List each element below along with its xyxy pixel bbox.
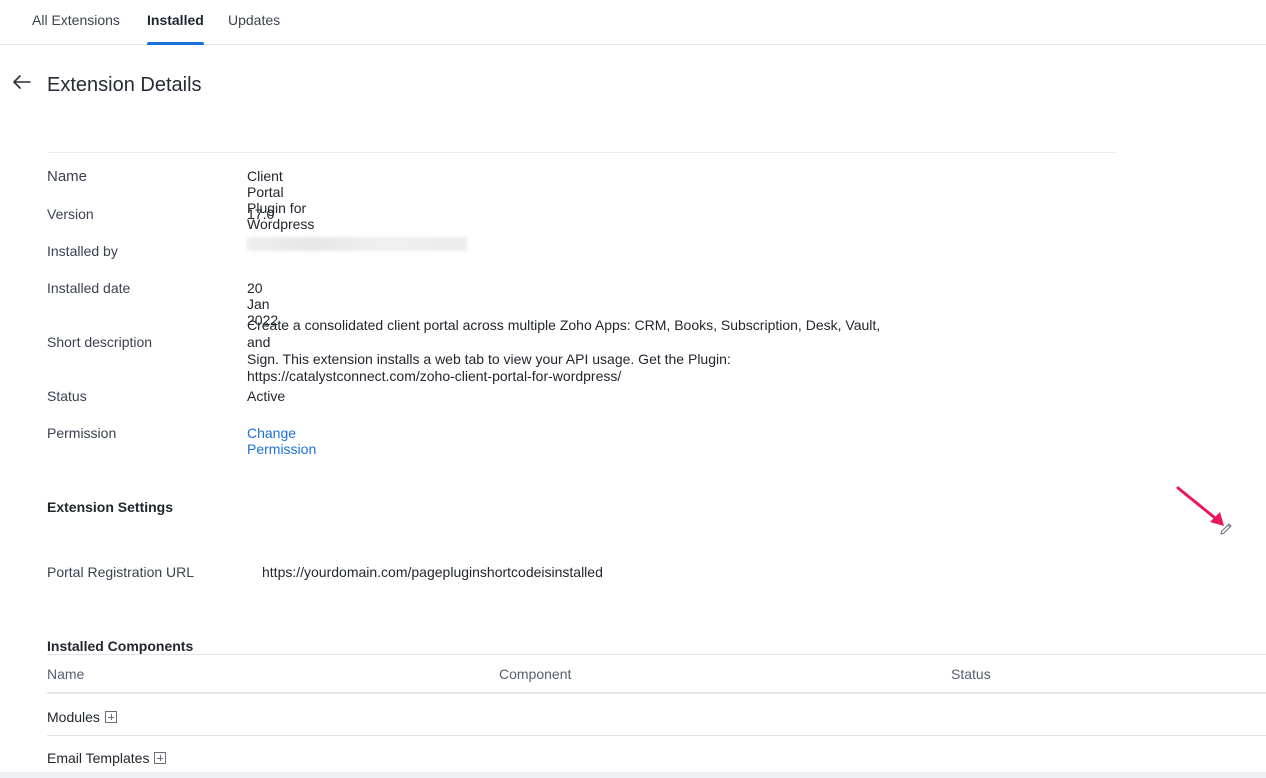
pencil-icon[interactable] [1218,521,1234,537]
version-value: 17.0 [247,206,275,222]
installed-by-redacted [247,237,467,251]
permission-label: Permission [47,425,117,441]
short-description-line: Create a consolidated client portal acro… [247,317,881,350]
plus-square-icon[interactable] [104,711,117,723]
installed-by-label: Installed by [47,243,118,259]
extension-settings-title: Extension Settings [47,499,174,515]
name-label: Name [47,168,88,185]
column-header-status: Status [951,666,991,682]
name-value: Client Portal Plugin for Wordpress [247,168,315,232]
change-permission-link[interactable]: Change Permission [247,425,316,457]
plus-square-icon[interactable] [154,752,167,764]
table-row: Email Templates [47,750,167,766]
component-row-name: Modules [47,709,100,725]
tab-updates[interactable]: Updates [228,12,280,45]
table-row: Modules [47,709,117,725]
arrow-left-icon[interactable] [10,70,34,94]
row-divider [47,735,1266,736]
installed-components-title: Installed Components [47,638,194,654]
short-description-line: https://catalystconnect.com/zoho-client-… [247,368,622,384]
status-label: Status [47,388,87,404]
extension-details-page: All Extensions Installed Updates Extensi… [0,0,1266,778]
table-header-border [47,692,1266,694]
column-header-name: Name [47,666,85,682]
column-header-component: Component [499,666,572,682]
portal-registration-url-label: Portal Registration URL [47,564,195,580]
component-row-name: Email Templates [47,750,150,766]
table-top-border [47,654,1266,655]
status-value: Active [247,388,286,404]
divider [47,152,1117,153]
bottom-scroll-area [0,772,1266,778]
tab-installed[interactable]: Installed [147,12,204,45]
version-label: Version [47,206,94,222]
page-title: Extension Details [47,74,202,96]
portal-registration-url-value: https://yourdomain.com/pagepluginshortco… [262,564,603,580]
tab-all-extensions[interactable]: All Extensions [32,12,120,45]
tab-bar: All Extensions Installed Updates [0,0,1266,45]
short-description-label: Short description [47,334,153,350]
short-description-line: Sign. This extension installs a web tab … [247,351,731,367]
installed-date-label: Installed date [47,280,131,296]
